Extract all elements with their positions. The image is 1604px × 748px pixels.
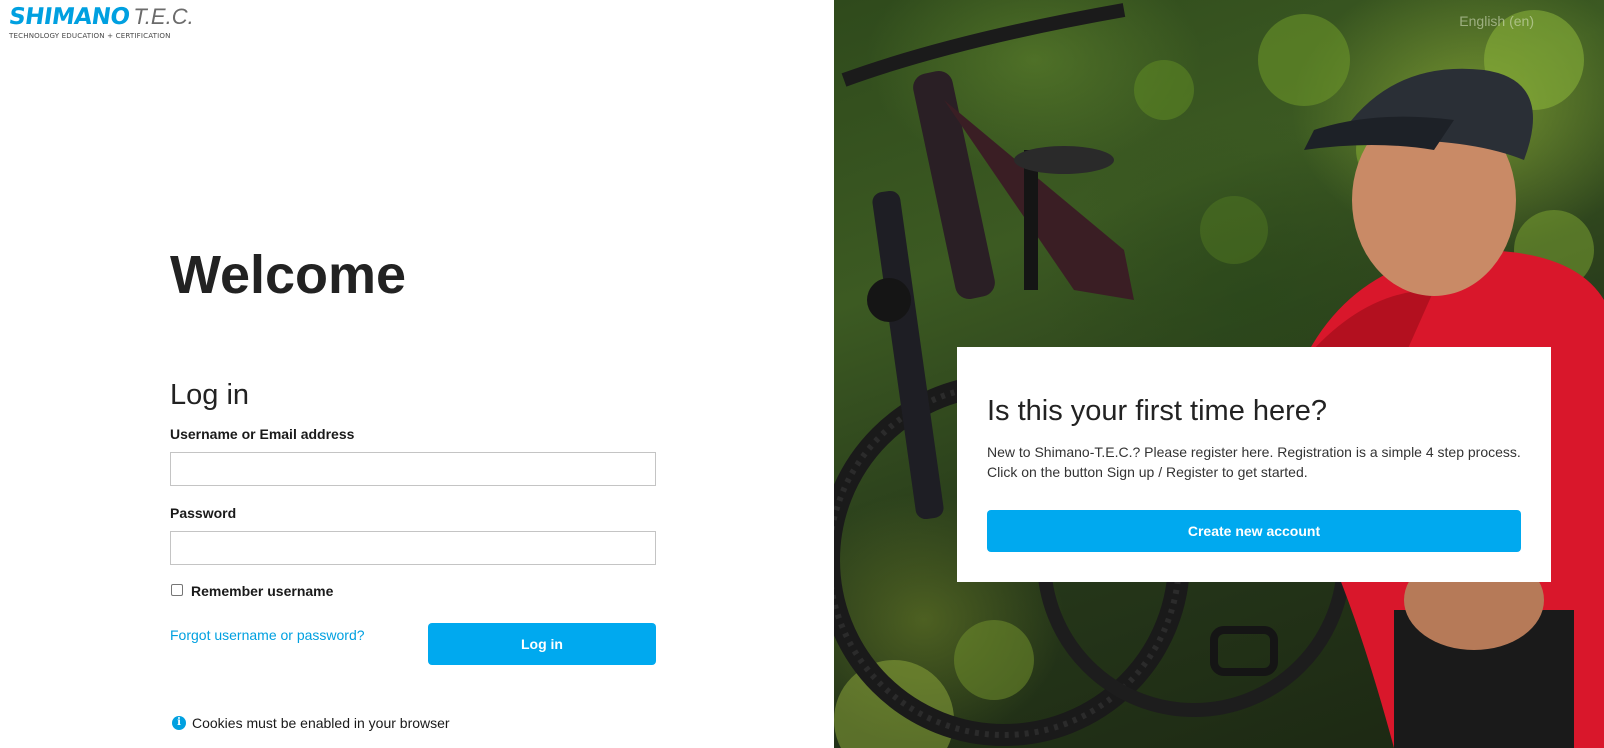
language-selector[interactable]: English (en): [1459, 13, 1534, 29]
signup-description-line-2: Click on the button Sign up / Register t…: [987, 464, 1308, 480]
logo-product: T.E.C.: [133, 4, 194, 29]
login-button[interactable]: Log in: [428, 623, 656, 665]
remember-username[interactable]: Remember username: [171, 582, 333, 599]
shimano-tec-logo[interactable]: SHIMANOT.E.C. TECHNOLOGY EDUCATION + CER…: [7, 4, 209, 40]
signup-card: Is this your first time here? New to Shi…: [957, 347, 1551, 582]
username-label: Username or Email address: [170, 426, 355, 442]
signup-title: Is this your first time here?: [987, 395, 1328, 427]
password-label: Password: [170, 505, 237, 521]
login-title: Log in: [170, 379, 250, 411]
username-input[interactable]: [170, 452, 656, 486]
logo-brand: SHIMANO: [7, 4, 132, 30]
login-panel: SHIMANOT.E.C. TECHNOLOGY EDUCATION + CER…: [0, 0, 834, 748]
info-icon: i: [172, 716, 186, 730]
cookies-notice-text: Cookies must be enabled in your browser: [192, 715, 450, 731]
logo-wordmark: SHIMANOT.E.C.: [7, 4, 194, 30]
remember-checkbox[interactable]: [171, 584, 183, 596]
logo-tagline: TECHNOLOGY EDUCATION + CERTIFICATION: [9, 31, 171, 40]
create-account-button[interactable]: Create new account: [987, 510, 1521, 552]
bike-pedal: [1210, 626, 1278, 676]
cookies-notice: i Cookies must be enabled in your browse…: [172, 715, 450, 731]
forgot-password-link[interactable]: Forgot username or password?: [170, 627, 365, 643]
welcome-heading: Welcome: [170, 245, 407, 305]
signup-description: New to Shimano-T.E.C.? Please register h…: [987, 442, 1527, 482]
remember-username-label[interactable]: Remember username: [191, 583, 333, 599]
signup-description-line-1: New to Shimano-T.E.C.? Please register h…: [987, 444, 1521, 460]
password-input[interactable]: [170, 531, 656, 565]
login-page: SHIMANOT.E.C. TECHNOLOGY EDUCATION + CER…: [0, 0, 1604, 748]
